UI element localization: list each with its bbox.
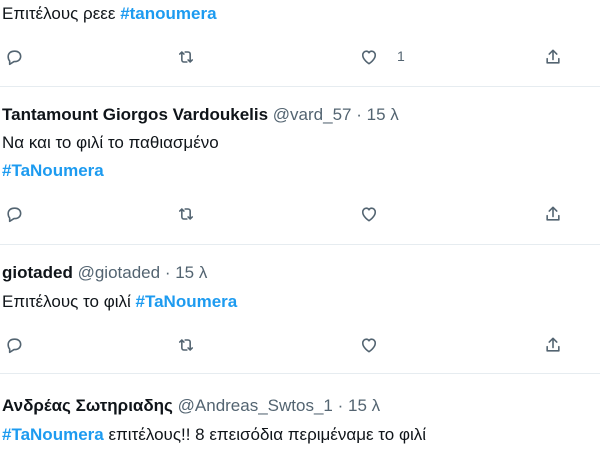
tweet-3[interactable]: giotaded @giotaded · 15 λ Επιτέλους το φ… <box>0 245 600 373</box>
retweet-icon <box>178 339 194 351</box>
tweet-header: Ανδρέας Σωτηριαδης @Andreas_Swtos_1 · 15… <box>2 396 380 416</box>
tweet-text: Επιτέλους το φιλί #TaNoumera <box>2 292 237 312</box>
like-icon <box>361 50 377 65</box>
tweet-actions <box>0 332 600 358</box>
tweet-4[interactable]: Ανδρέας Σωτηριαδης @Andreas_Swtos_1 · 15… <box>0 374 600 458</box>
tweet-text-body: Επιτέλους ρεεε <box>2 4 121 23</box>
tweet-text-line-2: #TaNoumera <box>2 161 104 181</box>
reply-button[interactable] <box>1 332 27 358</box>
share-button[interactable] <box>540 44 566 70</box>
hashtag-link[interactable]: #tanoumera <box>120 4 216 23</box>
author-name[interactable]: Tantamount Giorgos Vardoukelis <box>2 105 268 124</box>
author-handle[interactable]: @giotaded <box>78 263 161 282</box>
retweet-button[interactable] <box>173 201 199 227</box>
share-button[interactable] <box>540 201 566 227</box>
tweet-actions: 1 <box>0 44 600 70</box>
hashtag-link[interactable]: #TaNoumera <box>136 292 238 311</box>
tweet-actions <box>0 201 600 227</box>
like-button[interactable] <box>356 201 382 227</box>
like-count: 1 <box>397 48 405 64</box>
retweet-button[interactable] <box>173 332 199 358</box>
author-name[interactable]: Ανδρέας Σωτηριαδης <box>2 396 173 415</box>
tweet-time[interactable]: 15 λ <box>348 396 380 415</box>
tweet-time[interactable]: 15 λ <box>367 105 399 124</box>
tweet-2[interactable]: Tantamount Giorgos Vardoukelis @vard_57 … <box>0 87 600 244</box>
tweet-header: Tantamount Giorgos Vardoukelis @vard_57 … <box>2 105 399 125</box>
tweet-text-body: Επιτέλους το φιλί <box>2 292 136 311</box>
tweet-1[interactable]: Επιτέλους ρεεε #tanoumera 1 <box>0 0 600 86</box>
like-button[interactable] <box>356 44 382 70</box>
separator-dot: · <box>337 396 344 415</box>
tweet-text-body: επιτέλους!! 8 επεισόδια περιμέναμε το φι… <box>103 425 427 444</box>
like-icon <box>361 207 377 222</box>
separator-dot: · <box>356 105 362 124</box>
retweet-icon <box>178 51 194 63</box>
like-button[interactable] <box>356 332 382 358</box>
reply-icon <box>7 207 22 223</box>
author-name[interactable]: giotaded <box>2 263 73 282</box>
tweet-text: Να και το φιλί το παθιασμένο <box>2 133 219 152</box>
reply-button[interactable] <box>1 44 27 70</box>
author-handle[interactable]: @vard_57 <box>273 105 352 124</box>
reply-button[interactable] <box>1 201 27 227</box>
share-button[interactable] <box>540 332 566 358</box>
share-icon <box>546 337 560 352</box>
tweet-time[interactable]: 15 λ <box>175 263 207 282</box>
retweet-icon <box>178 208 194 220</box>
reply-icon <box>7 338 22 354</box>
like-icon <box>361 338 377 353</box>
separator-dot: · <box>164 263 171 282</box>
share-icon <box>546 206 560 221</box>
tweet-text: Επιτέλους ρεεε #tanoumera <box>2 4 217 24</box>
tweet-header: giotaded @giotaded · 15 λ <box>2 263 207 283</box>
reply-icon <box>7 50 22 66</box>
tweet-text: #TaNoumera επιτέλους!! 8 επεισόδια περιμ… <box>2 425 426 445</box>
author-handle[interactable]: @Andreas_Swtos_1 <box>178 396 333 415</box>
retweet-button[interactable] <box>173 44 199 70</box>
hashtag-link[interactable]: #TaNoumera <box>2 161 104 180</box>
hashtag-link[interactable]: #TaNoumera <box>2 425 104 444</box>
share-icon <box>546 49 560 64</box>
